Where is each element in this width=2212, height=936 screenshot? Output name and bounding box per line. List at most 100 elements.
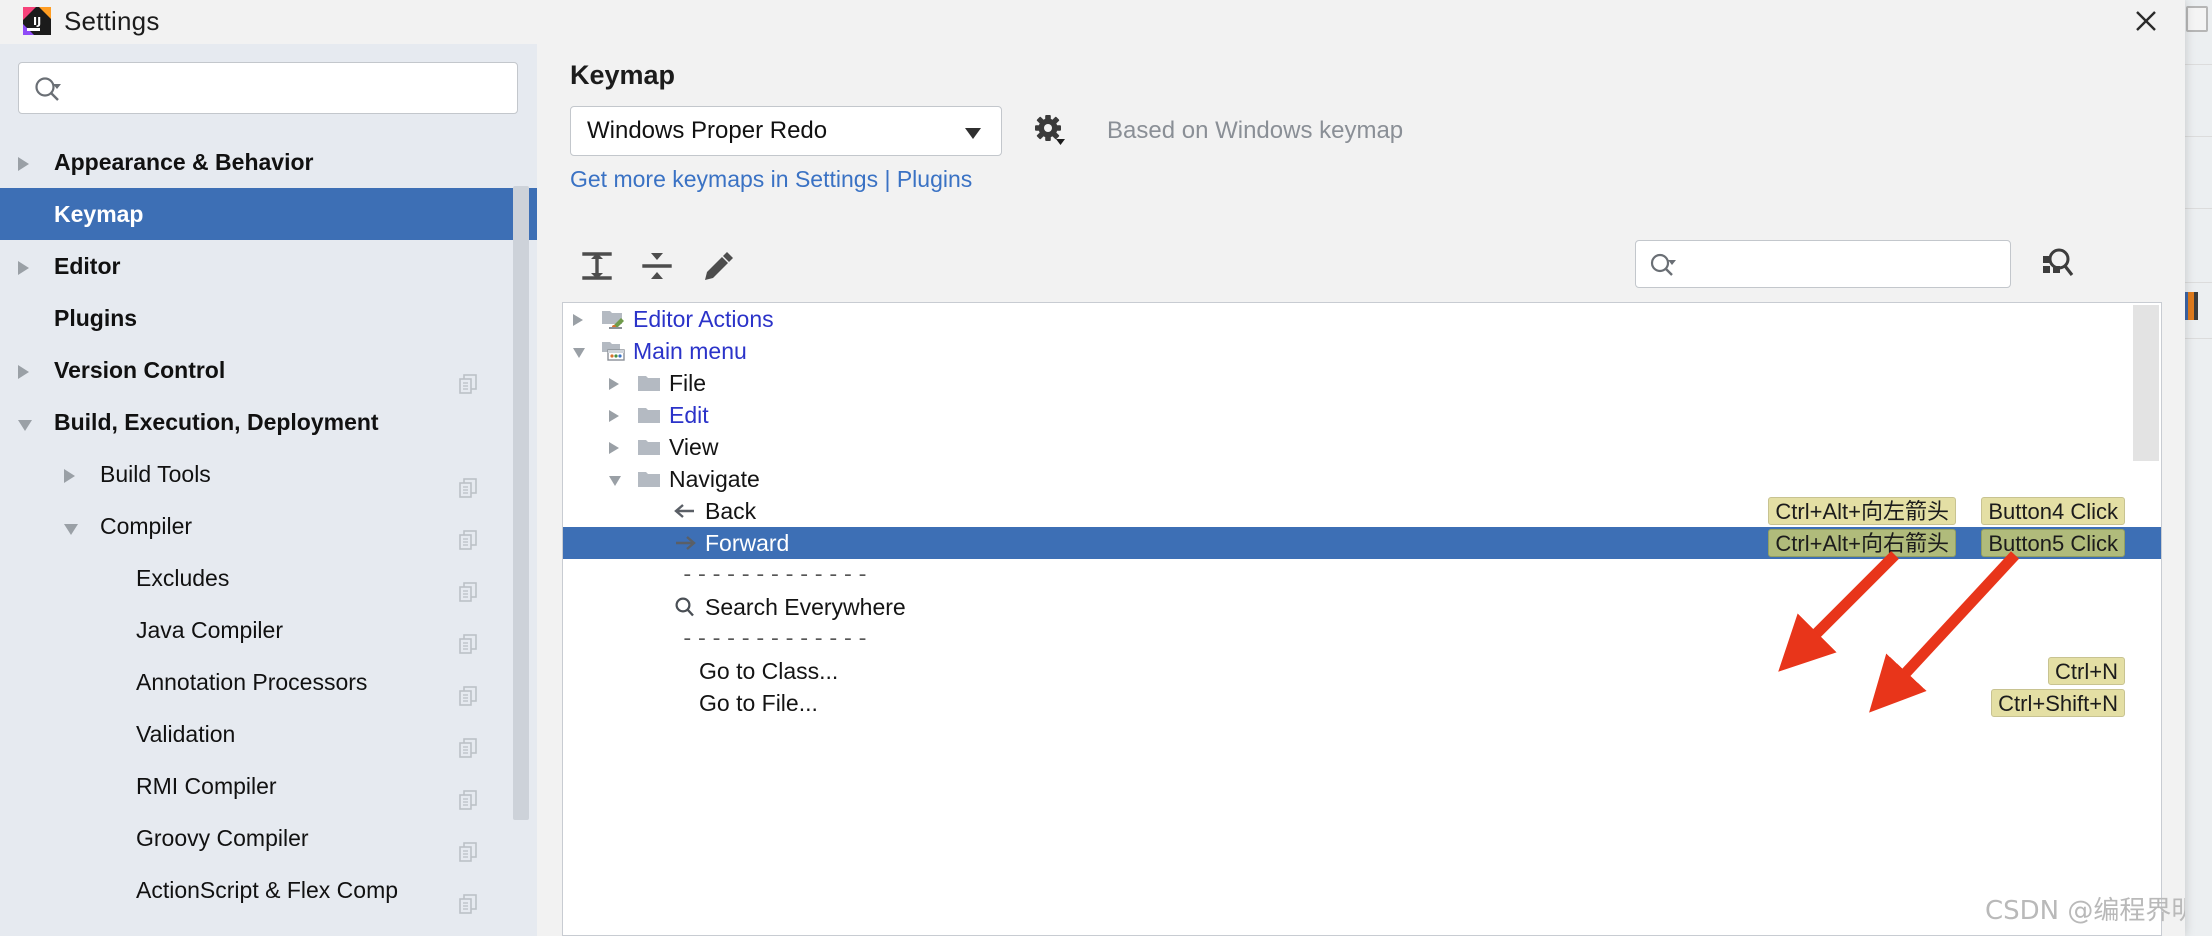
settings-category-tree: Appearance & Behavior Keymap Editor Plugins…	[0, 136, 537, 936]
folder-main-menu-icon	[601, 340, 625, 362]
tree-row-go-to-class[interactable]: Go to Class... Ctrl+N	[563, 655, 2161, 687]
keymap-action-tree-rows: Editor Actions Main menu File Edit View Navig…	[563, 303, 2161, 719]
sidebar-item-keymap[interactable]: Keymap	[0, 188, 537, 240]
tree-row-label: Forward	[705, 530, 790, 556]
copy-settings-icon[interactable]	[459, 464, 479, 498]
keymap-search-box[interactable]	[1635, 240, 2011, 288]
sidebar-scrollbar-thumb[interactable]	[513, 186, 529, 820]
sidebar-item-groovy-compiler[interactable]: Groovy Compiler	[0, 812, 537, 864]
copy-settings-icon[interactable]	[459, 620, 479, 654]
shortcut-badge[interactable]: Button4 Click	[1981, 497, 2125, 525]
tree-row-label: Navigate	[669, 466, 760, 492]
sidebar-item-editor[interactable]: Editor	[0, 240, 537, 292]
chevron-right-icon[interactable]	[609, 410, 619, 422]
sidebar-item-label: RMI Compiler	[136, 773, 277, 799]
tree-separator-row: -------------	[563, 623, 2161, 655]
chevron-down-icon[interactable]	[573, 348, 585, 358]
tree-row-label: Edit	[669, 402, 709, 428]
sidebar-item-annotation-processors[interactable]: Annotation Processors	[0, 656, 537, 708]
keymap-search-input[interactable]	[1686, 241, 2004, 287]
sidebar-item-compiler[interactable]: Compiler	[0, 500, 537, 552]
chevron-right-icon[interactable]	[18, 261, 29, 275]
chevron-right-icon[interactable]	[609, 442, 619, 454]
tree-row-label: Back	[705, 498, 757, 524]
copy-settings-icon[interactable]	[459, 880, 479, 914]
sidebar-item-label: Build, Execution, Deployment	[54, 409, 379, 435]
gear-dropdown-icon[interactable]	[1031, 111, 1071, 151]
shortcut-badge[interactable]: Ctrl+N	[2048, 657, 2125, 685]
tree-row-file[interactable]: File	[563, 367, 2161, 399]
keymap-panel: Keymap Windows Proper Redo Based on Wind…	[537, 44, 2185, 936]
copy-settings-icon[interactable]	[459, 672, 479, 706]
tree-row-back[interactable]: Back Button4 Click Ctrl+Alt+向左箭头	[563, 495, 2161, 527]
tree-row-main-menu[interactable]: Main menu	[563, 335, 2161, 367]
search-icon	[673, 596, 697, 618]
chevron-right-icon[interactable]	[609, 378, 619, 390]
sidebar-item-build-execution-deployment[interactable]: Build, Execution, Deployment	[0, 396, 537, 448]
arrow-right-icon	[673, 532, 697, 554]
copy-settings-icon[interactable]	[459, 724, 479, 758]
chevron-right-icon[interactable]	[18, 365, 29, 379]
chevron-right-icon[interactable]	[64, 469, 75, 483]
chevron-right-icon[interactable]	[18, 157, 29, 171]
tree-row-label: Search Everywhere	[705, 594, 906, 620]
sidebar-item-label: ActionScript & Flex Comp	[136, 877, 399, 903]
tree-row-label: Go to File...	[699, 690, 818, 716]
folder-icon	[637, 404, 661, 426]
copy-settings-icon[interactable]	[459, 828, 479, 862]
chevron-right-icon[interactable]	[573, 314, 583, 326]
shortcut-badge[interactable]: Ctrl+Alt+向右箭头	[1768, 529, 1956, 557]
chevron-down-icon[interactable]	[64, 524, 78, 535]
get-more-keymaps-link[interactable]: Get more keymaps in Settings | Plugins	[570, 166, 972, 193]
csdn-watermark: CSDN @编程界明世隐	[1985, 896, 2185, 926]
chevron-down-icon[interactable]	[18, 420, 32, 431]
chevron-down-icon[interactable]	[609, 476, 621, 486]
sidebar-item-java-compiler[interactable]: Java Compiler	[0, 604, 537, 656]
tree-row-search-everywhere[interactable]: Search Everywhere	[563, 591, 2161, 623]
sidebar-item-plugins[interactable]: Plugins	[0, 292, 537, 344]
pencil-edit-icon[interactable]	[697, 244, 741, 288]
jetbrains-logo-icon: IJ	[22, 6, 52, 36]
folder-icon	[637, 372, 661, 394]
shortcut-badge[interactable]: Ctrl+Alt+向左箭头	[1768, 497, 1956, 525]
tree-row-view[interactable]: View	[563, 431, 2161, 463]
sidebar-item-version-control[interactable]: Version Control	[0, 344, 537, 396]
sidebar-item-excludes[interactable]: Excludes	[0, 552, 537, 604]
shortcut-badge[interactable]: Button5 Click	[1981, 529, 2125, 557]
settings-search-box[interactable]	[18, 62, 518, 114]
settings-search-input[interactable]	[75, 63, 505, 113]
shortcut-badge[interactable]: Ctrl+Shift+N	[1991, 689, 2125, 717]
sidebar-item-appearance-behavior[interactable]: Appearance & Behavior	[0, 136, 537, 188]
sidebar-item-label: Compiler	[100, 513, 193, 539]
sidebar-item-label: Excludes	[136, 565, 230, 591]
close-icon[interactable]	[2129, 4, 2163, 38]
sidebar-item-label: Version Control	[54, 357, 226, 383]
sidebar-item-rmi-compiler[interactable]: RMI Compiler	[0, 760, 537, 812]
keymap-select-dropdown[interactable]: Windows Proper Redo	[570, 106, 1002, 156]
sidebar-item-validation[interactable]: Validation	[0, 708, 537, 760]
copy-settings-icon[interactable]	[459, 776, 479, 810]
sidebar-item-label: Validation	[136, 721, 236, 747]
search-icon	[33, 75, 63, 108]
folder-icon	[637, 436, 661, 458]
tree-row-edit[interactable]: Edit	[563, 399, 2161, 431]
tree-row-editor-actions[interactable]: Editor Actions	[563, 303, 2161, 335]
copy-settings-icon[interactable]	[459, 360, 479, 394]
sidebar-search-wrap	[0, 44, 537, 114]
keymap-select-value: Windows Proper Redo	[587, 117, 828, 144]
copy-settings-icon[interactable]	[459, 568, 479, 602]
tree-row-go-to-file[interactable]: Go to File... Ctrl+Shift+N	[563, 687, 2161, 719]
collapse-all-icon[interactable]	[635, 244, 679, 288]
expand-all-icon[interactable]	[575, 244, 619, 288]
sidebar-item-actionscript-flex-comp[interactable]: ActionScript & Flex Comp	[0, 864, 537, 916]
find-by-shortcut-icon[interactable]	[2035, 242, 2079, 286]
search-icon	[1648, 251, 1678, 284]
tree-row-navigate[interactable]: Navigate	[563, 463, 2161, 495]
tree-row-forward[interactable]: Forward Button5 Click Ctrl+Alt+向右箭头	[563, 527, 2161, 559]
copy-settings-icon[interactable]	[459, 516, 479, 550]
action-tree-scrollbar-thumb[interactable]	[2133, 305, 2159, 461]
background-window-box-icon	[2186, 6, 2208, 32]
sidebar-item-label: Build Tools	[100, 461, 211, 487]
arrow-left-icon	[673, 500, 697, 522]
sidebar-item-build-tools[interactable]: Build Tools	[0, 448, 537, 500]
